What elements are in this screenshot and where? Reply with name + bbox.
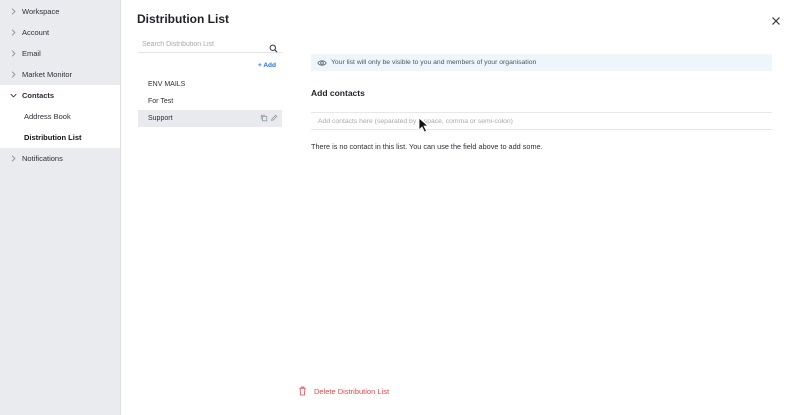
- chevron-right-icon: [8, 7, 18, 17]
- chevron-right-icon: [8, 28, 18, 38]
- list-item-label: ENV MAILS: [148, 81, 186, 88]
- search-box: [138, 37, 282, 53]
- search-icon[interactable]: [269, 40, 278, 53]
- sidebar-group-contacts: Contacts Address Book Distribution List: [0, 85, 120, 148]
- close-button[interactable]: [770, 14, 782, 26]
- list-item-label: Support: [148, 115, 173, 122]
- edit-pencil-icon[interactable]: [270, 114, 278, 122]
- visibility-info-banner: Your list will only be visible to you an…: [311, 54, 772, 71]
- sidebar-item-label: Email: [22, 49, 41, 58]
- add-list-button[interactable]: + Add: [258, 62, 276, 69]
- list-item-actions: [260, 114, 278, 122]
- sidebar-item-label: Contacts: [22, 91, 55, 100]
- sidebar-item-contacts[interactable]: Contacts: [0, 85, 120, 106]
- distribution-lists: ENV MAILS For Test Support: [138, 76, 282, 127]
- page-title: Distribution List: [137, 12, 229, 26]
- eye-icon: [317, 58, 327, 68]
- sidebar-item-label: Market Monitor: [22, 70, 73, 79]
- sidebar-subitem-label: Distribution List: [24, 133, 82, 142]
- list-item[interactable]: For Test: [138, 93, 282, 110]
- sidebar-item-notifications[interactable]: Notifications: [0, 148, 120, 169]
- list-item[interactable]: ENV MAILS: [138, 76, 282, 93]
- settings-sidebar: Workspace Account Email Market Monitor C…: [0, 0, 121, 415]
- empty-contacts-message: There is no contact in this list. You ca…: [311, 142, 543, 151]
- chevron-right-icon: [8, 70, 18, 80]
- sidebar-subitem-label: Address Book: [24, 112, 71, 121]
- list-item-selected[interactable]: Support: [138, 110, 282, 127]
- contacts-input-wrap: [311, 112, 772, 130]
- chevron-down-icon: [8, 91, 18, 101]
- list-item-label: For Test: [148, 98, 174, 105]
- search-input[interactable]: [138, 41, 264, 48]
- sidebar-item-account[interactable]: Account: [0, 22, 120, 43]
- info-text: Your list will only be visible to you an…: [331, 59, 537, 66]
- sidebar-subitem-distribution-list[interactable]: Distribution List: [0, 127, 120, 148]
- chevron-right-icon: [8, 154, 18, 164]
- chevron-right-icon: [8, 49, 18, 59]
- delete-label: Delete Distribution List: [314, 386, 390, 396]
- delete-distribution-list-button[interactable]: Delete Distribution List: [298, 386, 389, 396]
- trash-icon: [298, 386, 307, 396]
- sidebar-item-label: Account: [22, 28, 50, 37]
- sidebar-item-label: Workspace: [22, 7, 60, 16]
- copy-icon[interactable]: [260, 114, 268, 122]
- add-contacts-heading: Add contacts: [311, 88, 365, 98]
- sidebar-item-workspace[interactable]: Workspace: [0, 1, 120, 22]
- sidebar-item-label: Notifications: [22, 154, 63, 163]
- sidebar-item-email[interactable]: Email: [0, 43, 120, 64]
- sidebar-item-market-monitor[interactable]: Market Monitor: [0, 64, 120, 85]
- add-contacts-input[interactable]: [311, 117, 772, 125]
- close-icon: [772, 17, 780, 25]
- sidebar-subitem-address-book[interactable]: Address Book: [0, 106, 120, 127]
